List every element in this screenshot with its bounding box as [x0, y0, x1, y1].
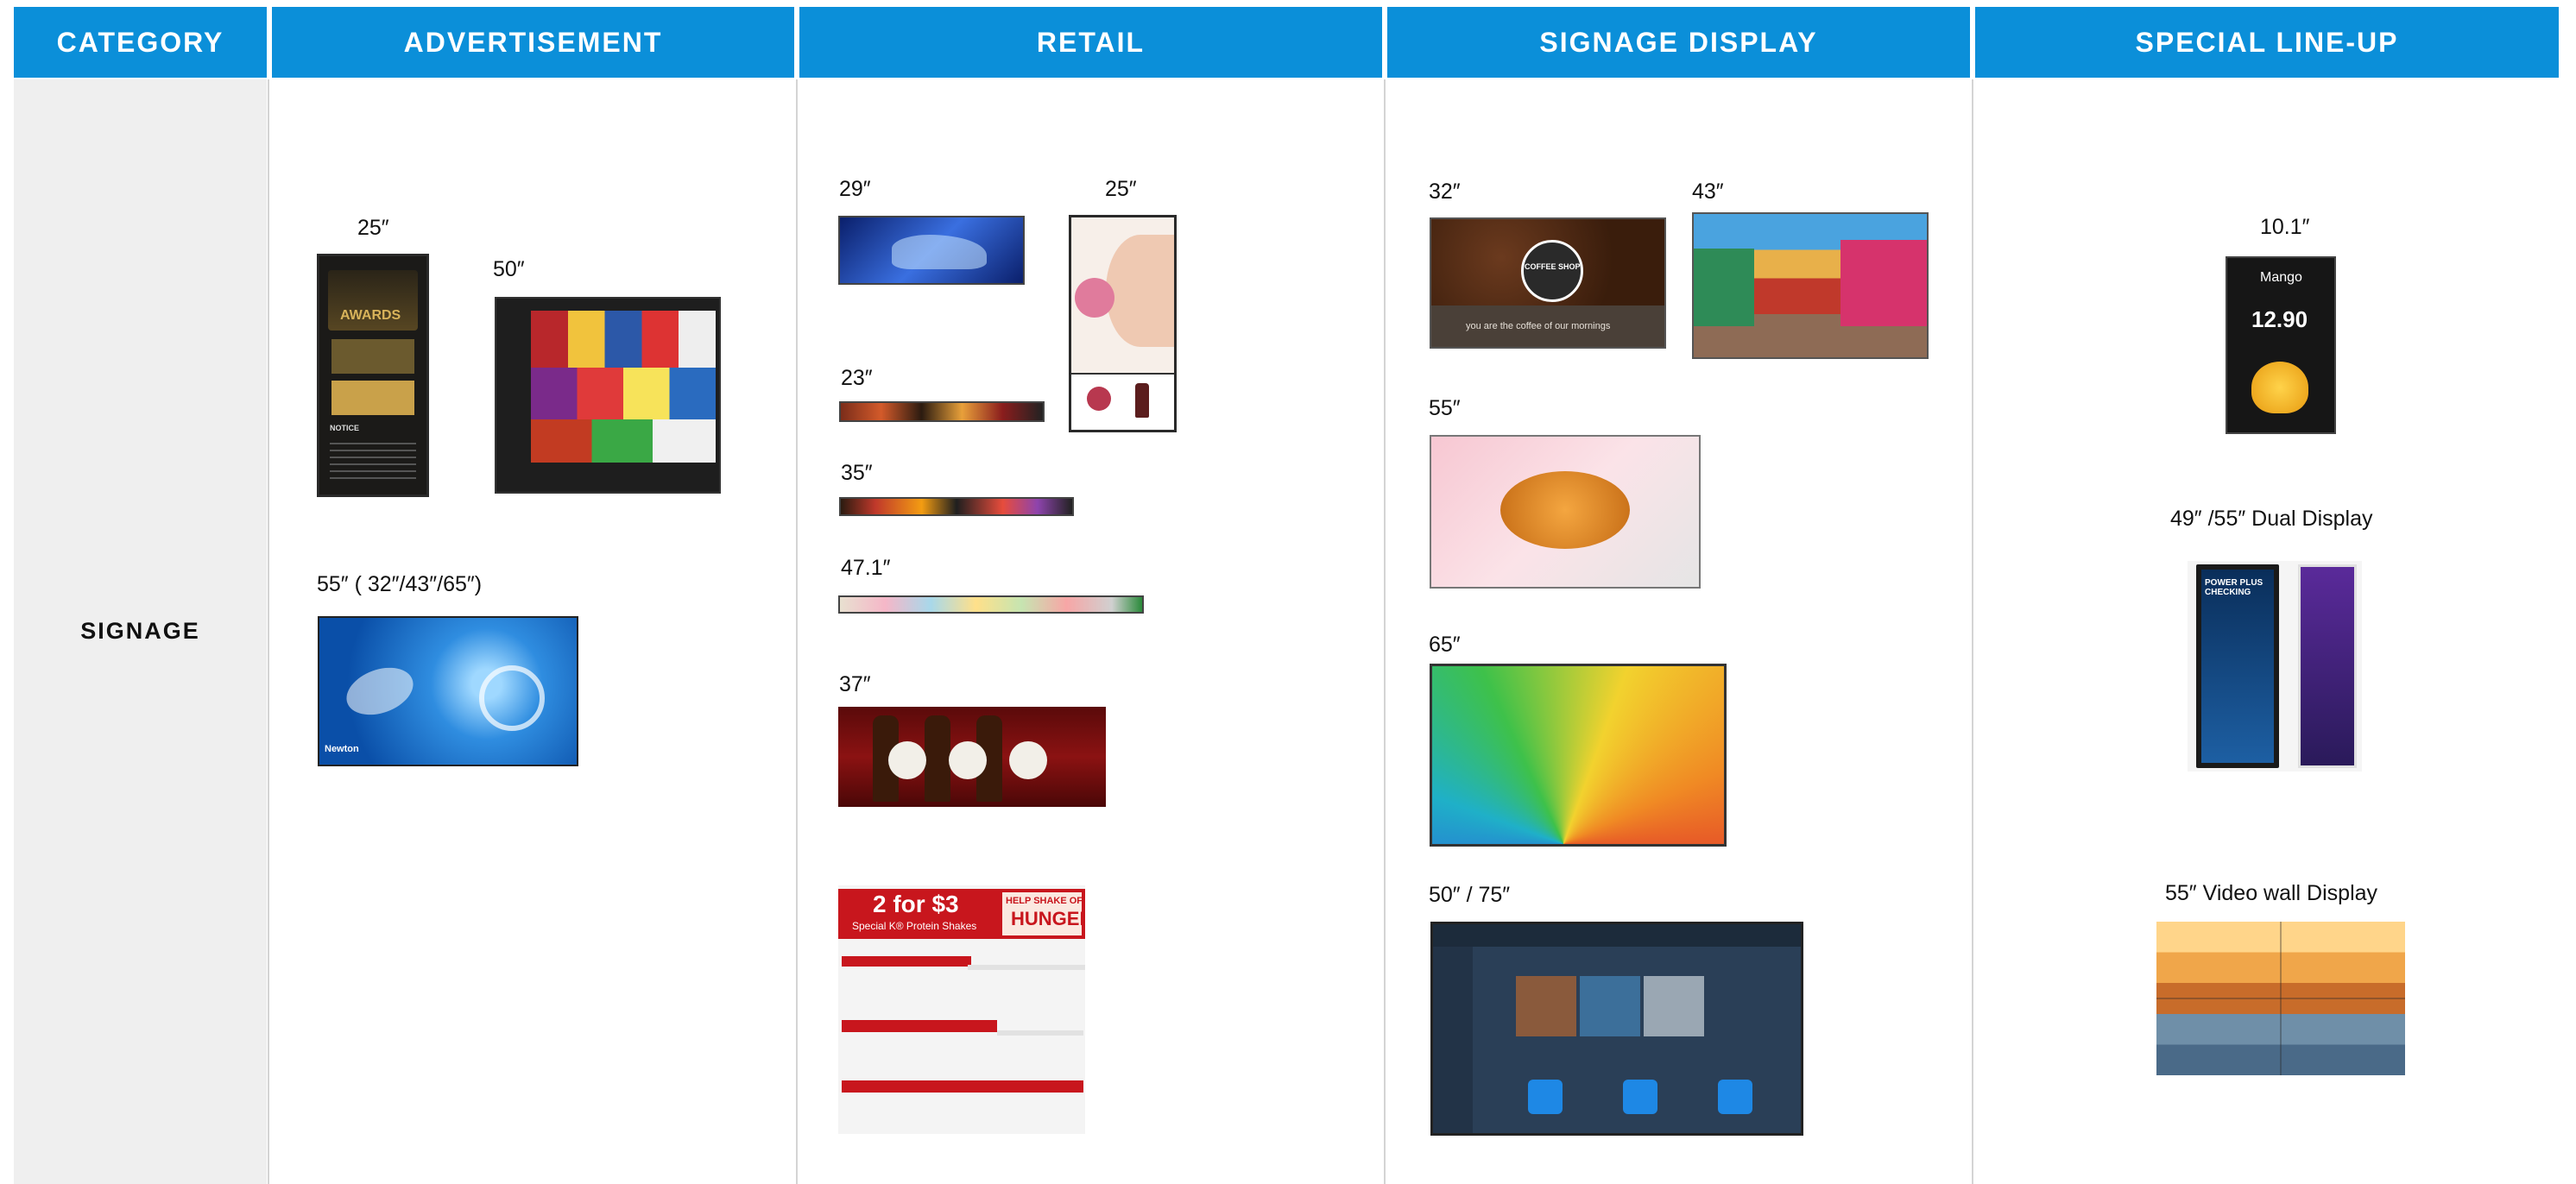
- ocean-foam: [339, 658, 420, 724]
- stretch-35-image: [839, 497, 1074, 516]
- size-label-32: 32″: [1429, 179, 1461, 204]
- size-label-50: 50″: [493, 257, 525, 281]
- wall-display-image: [495, 297, 721, 494]
- coffee-tagline: you are the coffee of our mornings: [1466, 321, 1611, 331]
- shelf-strip: [842, 1020, 997, 1032]
- feathers-image: [1430, 664, 1727, 847]
- size-label-37: 37″: [839, 672, 871, 696]
- os-photo-tile: [1516, 976, 1576, 1036]
- size-label-55-variants: 55″ ( 32″/43″/65″): [317, 572, 483, 596]
- os-icon-tile: [1623, 1080, 1657, 1114]
- coffee-display-image: COFFEE SHOP you are the coffee of our mo…: [1430, 217, 1666, 349]
- wall-divider-h: [2156, 998, 2405, 999]
- os-sidebar: [1433, 947, 1473, 1133]
- price-label: 12.90: [2251, 306, 2308, 332]
- header-category: CATEGORY: [14, 7, 267, 78]
- os-icon-tile: [1718, 1080, 1752, 1114]
- notice-text: NOTICE: [330, 424, 360, 432]
- size-label-35: 35″: [841, 461, 873, 485]
- shelf-strip: [842, 1080, 1083, 1093]
- stretch-shoe-image: [838, 216, 1025, 285]
- bottle: [925, 715, 950, 802]
- size-label-25: 25″: [357, 216, 389, 240]
- vertical-beauty-image: [1069, 215, 1177, 432]
- promo-help: HELP SHAKE OFF: [1006, 896, 1085, 906]
- croissant-shape: [1500, 471, 1630, 549]
- blush-brush: [1075, 278, 1114, 318]
- promo-hunger: HUNGER: [1011, 908, 1085, 929]
- size-label-47: 47.1″: [841, 556, 891, 580]
- os-photo-tile: [1644, 976, 1704, 1036]
- size-label-65: 65″: [1429, 633, 1461, 657]
- notice-lines: [330, 438, 416, 481]
- shoe-shape: [892, 235, 987, 269]
- bottles-image: [838, 707, 1106, 807]
- label-circle: [1009, 741, 1047, 779]
- dual-panel-right: [2298, 564, 2357, 768]
- coffee-logo: [1521, 240, 1583, 302]
- mango-label: Mango: [2260, 270, 2302, 285]
- video-wall-image: [2156, 922, 2405, 1075]
- os-icon-tile: [1528, 1080, 1563, 1114]
- shelf-promo-image: 2 for $3 Special K® Protein Shakes HELP …: [838, 885, 1085, 1134]
- promo-sub: Special K® Protein Shakes: [852, 920, 977, 932]
- video-wall-label: 55″ Video wall Display: [2165, 881, 2378, 905]
- size-label-50-75: 50″ / 75″: [1429, 883, 1511, 907]
- dual-display-label: 49″ /55″ Dual Display: [2170, 507, 2373, 531]
- face-shape: [1106, 235, 1174, 347]
- dual-panel-left-screen: [2201, 570, 2274, 763]
- row-label-signage: SIGNAGE: [80, 618, 200, 644]
- croissant-image: [1430, 435, 1701, 589]
- divider: [1384, 79, 1386, 1184]
- os-screen-image: [1430, 922, 1803, 1136]
- header-signage-display: SIGNAGE DISPLAY: [1387, 7, 1970, 78]
- size-label-55: 55″: [1429, 396, 1461, 420]
- power-plus-text: POWER PLUS CHECKING: [2205, 578, 2263, 597]
- divider: [268, 79, 269, 1184]
- tablet-mango-image: Mango 12.90: [2226, 256, 2336, 434]
- stretch-47-image: [838, 595, 1144, 614]
- ocean-ring: [479, 665, 545, 731]
- label-circle: [888, 741, 926, 779]
- menu-grid-row3: [531, 419, 716, 463]
- header-advertisement: ADVERTISEMENT: [272, 7, 794, 78]
- screen-brand: Newton: [325, 744, 359, 754]
- mango-fruit: [2251, 362, 2308, 413]
- stretch-23-image: [839, 401, 1045, 422]
- size-label-23: 23″: [841, 366, 873, 390]
- product-glass: [1135, 383, 1149, 418]
- size-label-25-retail: 25″: [1105, 177, 1137, 201]
- size-label-10-1: 10.1″: [2260, 215, 2310, 239]
- building: [1840, 240, 1927, 326]
- size-label-29: 29″: [839, 177, 871, 201]
- shelf-edge: [997, 1030, 1083, 1036]
- header-retail: RETAIL: [799, 7, 1382, 78]
- awards-content-block: [331, 381, 414, 415]
- product-ball: [1087, 387, 1111, 411]
- size-label-43: 43″: [1692, 179, 1724, 204]
- shelf-edge: [968, 965, 1085, 970]
- header-special-lineup: SPECIAL LINE-UP: [1975, 7, 2559, 78]
- shelf-strip: [842, 956, 971, 967]
- building: [1694, 249, 1754, 326]
- awards-gold-block: [331, 339, 414, 374]
- divider: [1972, 79, 1973, 1184]
- coffee-brand: COFFEE SHOP: [1525, 262, 1581, 271]
- divider: [796, 79, 798, 1184]
- dual-display-image: POWER PLUS CHECKING: [2188, 561, 2362, 771]
- awards-title: AWARDS: [340, 308, 401, 323]
- vertical-kiosk-image: AWARDS NOTICE: [317, 254, 429, 497]
- menu-grid-row2: [531, 368, 716, 419]
- promo-main: 2 for $3: [873, 891, 959, 917]
- os-photo-tile: [1580, 976, 1640, 1036]
- label-circle: [949, 741, 987, 779]
- os-topbar: [1433, 924, 1801, 947]
- tv-ocean-image: Newton: [318, 616, 578, 766]
- colorful-street-image: [1692, 212, 1929, 359]
